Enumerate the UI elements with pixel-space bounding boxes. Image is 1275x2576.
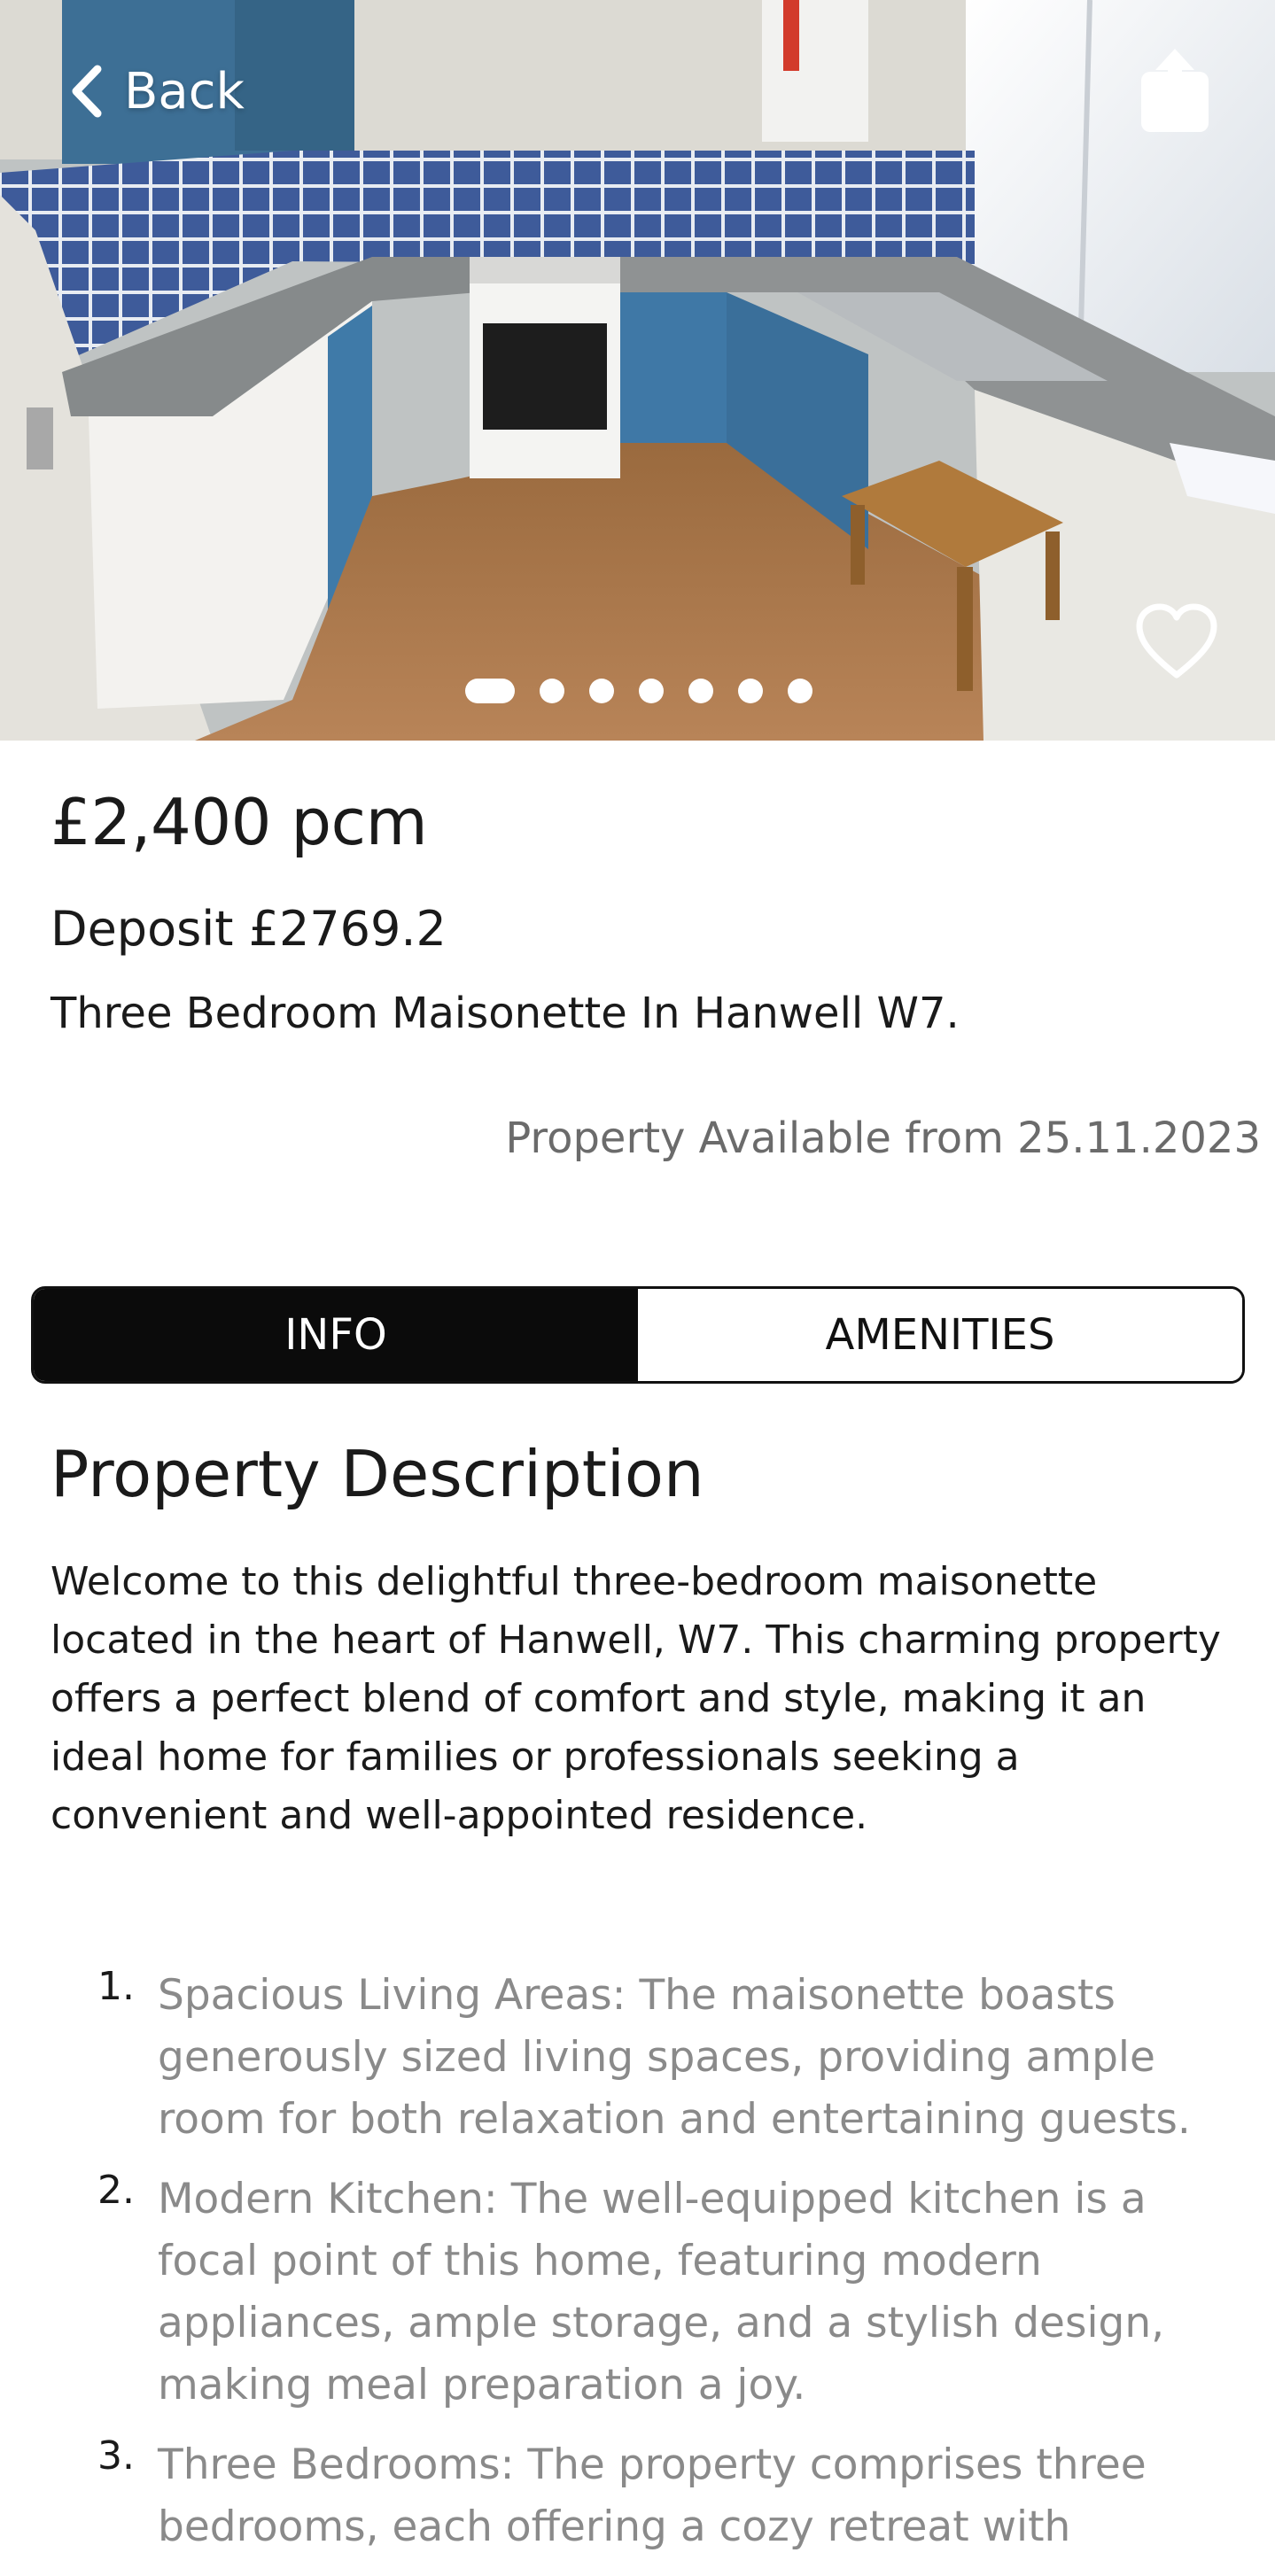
carousel-dot[interactable] bbox=[788, 679, 812, 703]
rent-price: £2,400 pcm bbox=[51, 785, 428, 859]
heart-outline-icon bbox=[1136, 603, 1217, 679]
property-photo-carousel[interactable]: Back bbox=[0, 0, 1275, 741]
feature-text: Three Bedrooms: The property comprises t… bbox=[158, 2440, 1147, 2551]
favorite-button[interactable] bbox=[1134, 602, 1219, 682]
carousel-dot[interactable] bbox=[589, 679, 614, 703]
list-item: 3. Three Bedrooms: The property comprise… bbox=[93, 2433, 1209, 2558]
tab-amenities[interactable]: AMENITIES bbox=[638, 1289, 1242, 1381]
carousel-dot[interactable] bbox=[540, 679, 564, 703]
carousel-dot[interactable] bbox=[465, 679, 515, 703]
chevron-left-icon bbox=[69, 64, 105, 119]
list-number: 2. bbox=[97, 2168, 135, 2213]
availability-date: Property Available from 25.11.2023 bbox=[505, 1113, 1261, 1163]
description-body: Welcome to this delightful three-bedroom… bbox=[51, 1559, 1221, 1838]
deposit-amount: Deposit £2769.2 bbox=[51, 901, 447, 957]
info-amenities-tabs: INFO AMENITIES bbox=[31, 1286, 1245, 1384]
share-button[interactable] bbox=[1141, 49, 1209, 134]
tab-info[interactable]: INFO bbox=[34, 1289, 638, 1381]
share-icon bbox=[1141, 49, 1209, 132]
back-button[interactable]: Back bbox=[69, 60, 245, 122]
feature-text: Spacious Living Areas: The maisonette bo… bbox=[158, 1971, 1191, 2144]
carousel-dot[interactable] bbox=[738, 679, 763, 703]
carousel-indicator bbox=[465, 677, 837, 705]
listing-title: Three Bedroom Maisonette In Hanwell W7. bbox=[51, 989, 960, 1038]
carousel-dot[interactable] bbox=[688, 679, 713, 703]
list-item: 2. Modern Kitchen: The well-equipped kit… bbox=[93, 2168, 1209, 2417]
carousel-dot[interactable] bbox=[639, 679, 664, 703]
description-heading: Property Description bbox=[51, 1437, 704, 1511]
feature-list: 1. Spacious Living Areas: The maisonette… bbox=[93, 1964, 1209, 2576]
back-label: Back bbox=[124, 62, 245, 120]
list-number: 1. bbox=[97, 1964, 135, 2009]
feature-text: Modern Kitchen: The well-equipped kitche… bbox=[158, 2175, 1165, 2409]
list-number: 3. bbox=[97, 2433, 135, 2479]
list-item: 1. Spacious Living Areas: The maisonette… bbox=[93, 1964, 1209, 2151]
